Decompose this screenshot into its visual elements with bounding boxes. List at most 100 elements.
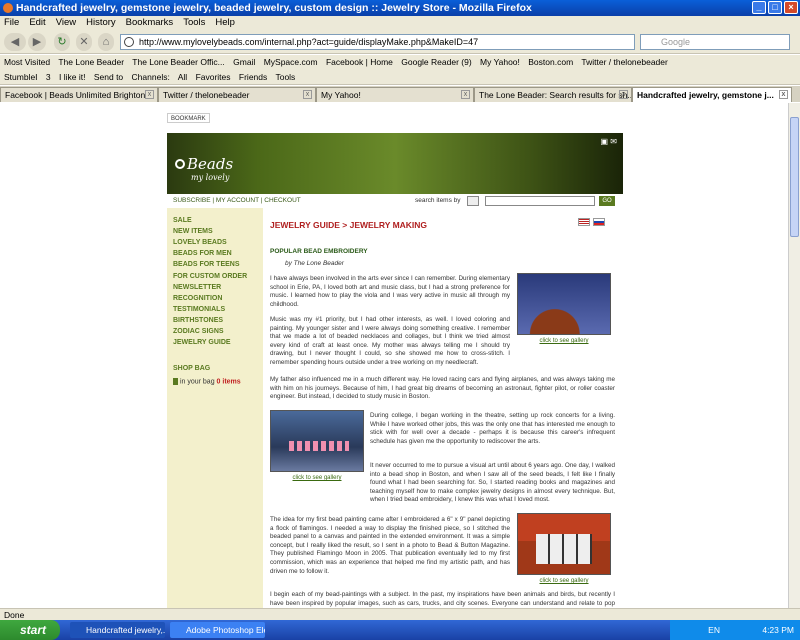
stumble-button[interactable]: StumbleI (4, 72, 38, 82)
article-byline: by The Lone Beader (285, 260, 344, 267)
bookmark-item[interactable]: Twitter / thelonebeader (581, 57, 667, 67)
bookmark-item[interactable]: Facebook | Home (326, 57, 393, 67)
search-type-select[interactable] (467, 196, 479, 206)
sidebar-item-birthstones[interactable]: BIRTHSTONES (173, 317, 223, 324)
menu-tools[interactable]: Tools (183, 16, 205, 30)
sidebar-item-custom-order[interactable]: FOR CUSTOM ORDER (173, 273, 247, 280)
gallery-link-1[interactable]: click to see gallery (517, 338, 611, 344)
site-banner: Beads my lovely ▣ ✉ (167, 133, 623, 194)
firefox-icon (3, 3, 13, 13)
site-topnav: SUBSCRIBE | MY ACCOUNT | CHECKOUT search… (167, 194, 623, 208)
tab-twitter[interactable]: Twitter / thelonebeader x (158, 87, 316, 102)
favorites-button[interactable]: Favorites (196, 72, 231, 82)
sidebar-item-beads-for-teens[interactable]: BEADS FOR TEENS (173, 261, 240, 268)
tab-yahoo[interactable]: My Yahoo! x (316, 87, 474, 102)
paragraph-3: My father also influenced me in a much d… (270, 376, 615, 401)
url-text: http://www.mylovelybeads.com/internal.ph… (139, 37, 479, 47)
like-button[interactable]: I like it! (59, 72, 85, 82)
dogs-graphic (536, 534, 592, 564)
page-heading: JEWELRY GUIDE > JEWELRY MAKING (270, 220, 428, 230)
tab-lone-beader[interactable]: The Lone Beader: Search results for sh..… (474, 87, 632, 102)
gallery-link-2[interactable]: click to see gallery (270, 475, 364, 481)
sidebar-item-beads-for-men[interactable]: BEADS FOR MEN (173, 250, 232, 257)
bookmark-item[interactable]: My Yahoo! (480, 57, 520, 67)
clock[interactable]: 4:23 PM (762, 625, 794, 635)
sidebar-item-sale[interactable]: SALE (173, 217, 192, 224)
menu-file[interactable]: File (4, 16, 19, 30)
stop-button[interactable]: ✕ (76, 33, 92, 51)
url-bar[interactable]: http://www.mylovelybeads.com/internal.ph… (120, 34, 635, 50)
gallery-image-2[interactable] (270, 410, 364, 472)
vertical-scrollbar[interactable] (788, 103, 800, 608)
bookmarks-toolbar: Most Visited The Lone Beader The Lone Be… (0, 55, 800, 69)
menu-history[interactable]: History (86, 16, 116, 30)
sidebar-item-testimonials[interactable]: TESTIMONIALS (173, 306, 225, 313)
send-to-button[interactable]: Send to (94, 72, 123, 82)
gallery-image-3[interactable] (517, 513, 611, 575)
menu-edit[interactable]: Edit (29, 16, 45, 30)
site-logo[interactable]: Beads my lovely (187, 155, 233, 182)
go-button[interactable]: GO (599, 196, 615, 206)
sidebar-item-newsletter[interactable]: NEWSLETTER (173, 284, 221, 291)
window-title: Handcrafted jewelry, gemstone jewelry, b… (16, 2, 532, 14)
topnav-links[interactable]: SUBSCRIBE | MY ACCOUNT | CHECKOUT (173, 197, 301, 204)
menu-bookmarks[interactable]: Bookmarks (126, 16, 174, 30)
bookmark-item[interactable]: Google Reader (9) (401, 57, 471, 67)
all-button[interactable]: All (178, 72, 187, 82)
reload-button[interactable]: ↻ (54, 33, 70, 51)
taskbar-photoshop[interactable]: Adobe Photoshop Ele... (170, 622, 265, 638)
maximize-button[interactable]: □ (768, 1, 782, 14)
sidebar-item-jewelry-guide[interactable]: JEWELRY GUIDE (173, 339, 231, 346)
bookmark-share-button[interactable]: BOOKMARK (167, 113, 210, 123)
forward-button[interactable]: ▶ (28, 33, 46, 51)
sidebar-item-recognition[interactable]: RECOGNITION (173, 295, 222, 302)
sidebar-item-lovely-beads[interactable]: LOVELY BEADS (173, 239, 227, 246)
search-label: search items by (415, 197, 461, 204)
tools-button[interactable]: Tools (275, 72, 295, 82)
tab-jewelry[interactable]: Handcrafted jewelry, gemstone j... x (632, 87, 792, 102)
scrollbar-thumb[interactable] (790, 117, 799, 237)
back-button[interactable]: ◀ (4, 33, 26, 51)
tab-close-icon[interactable]: x (619, 90, 628, 99)
tab-close-icon[interactable]: x (145, 90, 154, 99)
shop-bag-heading: SHOP BAG (173, 365, 211, 372)
tab-close-icon[interactable]: x (779, 90, 788, 99)
us-flag-icon[interactable] (578, 218, 590, 226)
search-box[interactable]: Google (640, 34, 790, 50)
taskbar-firefox[interactable]: Handcrafted jewelry,... (70, 622, 165, 638)
tab-close-icon[interactable]: x (461, 90, 470, 99)
tab-label: Twitter / thelonebeader (163, 90, 250, 100)
tab-label: Handcrafted jewelry, gemstone j... (637, 90, 774, 100)
banner-icons[interactable]: ▣ ✉ (601, 137, 617, 146)
start-label: start (20, 623, 47, 637)
bookmark-item[interactable]: Most Visited (4, 57, 50, 67)
tab-bar: Facebook | Beads Unlimited Brighton x Twi… (0, 86, 800, 102)
bookmark-item[interactable]: Boston.com (528, 57, 573, 67)
menu-view[interactable]: View (56, 16, 76, 30)
sidebar-item-new-items[interactable]: NEW ITEMS (173, 228, 213, 235)
home-button[interactable]: ⌂ (98, 33, 114, 51)
close-button[interactable]: × (784, 1, 798, 14)
bookmark-item[interactable]: The Lone Beader (58, 57, 124, 67)
task-label: Adobe Photoshop Ele... (186, 625, 265, 635)
windows-taskbar: start Handcrafted jewelry,... Adobe Phot… (0, 620, 800, 640)
bookmark-item[interactable]: Gmail (233, 57, 255, 67)
russia-flag-icon[interactable] (593, 218, 605, 226)
bookmark-item[interactable]: MySpace.com (264, 57, 318, 67)
minimize-button[interactable]: _ (752, 1, 766, 14)
tab-facebook[interactable]: Facebook | Beads Unlimited Brighton x (0, 87, 158, 102)
gallery-link-3[interactable]: click to see gallery (517, 578, 611, 584)
friends-button[interactable]: Friends (239, 72, 267, 82)
sidebar-item-zodiac-signs[interactable]: ZODIAC SIGNS (173, 328, 224, 335)
page-viewport: BOOKMARK Beads my lovely ▣ ✉ SUBSCRIBE |… (0, 103, 788, 608)
stumble-toolbar: StumbleI 3 I like it! Send to Channels: … (0, 69, 800, 85)
menu-help[interactable]: Help (215, 16, 235, 30)
site-search-input[interactable] (485, 196, 595, 206)
language-indicator[interactable]: EN (708, 625, 720, 635)
bookmark-item[interactable]: The Lone Beader Offic... (132, 57, 224, 67)
tab-close-icon[interactable]: x (303, 90, 312, 99)
start-button[interactable]: start (0, 620, 60, 640)
shop-bag-status[interactable]: in your bag 0 items (173, 378, 241, 385)
gallery-image-1[interactable] (517, 273, 611, 335)
site-sidebar: SALE NEW ITEMS LOVELY BEADS BEADS FOR ME… (167, 208, 263, 608)
